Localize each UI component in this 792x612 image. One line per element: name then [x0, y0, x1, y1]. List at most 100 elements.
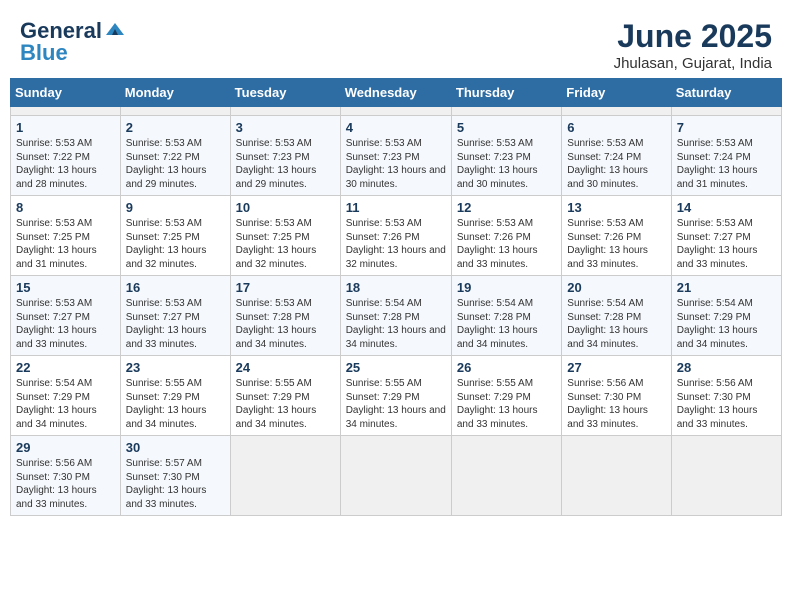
day-number: 19 — [457, 280, 556, 295]
day-number: 1 — [16, 120, 115, 135]
calendar-cell: 18Sunrise: 5:54 AMSunset: 7:28 PMDayligh… — [340, 276, 451, 356]
calendar-cell — [451, 436, 561, 516]
cell-info: Sunrise: 5:53 AMSunset: 7:23 PMDaylight:… — [346, 137, 446, 191]
dow-header-monday: Monday — [120, 79, 230, 107]
calendar-cell: 30 Sunrise: 5:57 AMSunset: 7:30 PMDayligh… — [120, 436, 230, 516]
calendar-cell: 8 Sunrise: 5:53 AMSunset: 7:25 PMDaylight… — [11, 196, 121, 276]
cell-info: Sunrise: 5:53 AMSunset: 7:27 PMDaylight:… — [126, 297, 225, 351]
cell-info: Sunrise: 5:53 AMSunset: 7:23 PMDaylight:… — [457, 137, 556, 191]
calendar-cell: 16 Sunrise: 5:53 AMSunset: 7:27 PMDayligh… — [120, 276, 230, 356]
calendar-cell: 3Sunrise: 5:53 AMSunset: 7:23 PMDaylight… — [230, 116, 340, 196]
day-number: 26 — [457, 360, 556, 375]
calendar-cell: 25 Sunrise: 5:55 AMSunset: 7:29 PMDayligh… — [340, 356, 451, 436]
calendar-cell: 12 Sunrise: 5:53 AMSunset: 7:26 PMDayligh… — [451, 196, 561, 276]
cell-info: Sunrise: 5:53 AMSunset: 7:22 PMDaylight:… — [16, 137, 115, 191]
day-number: 30 — [126, 440, 225, 455]
cell-info: Sunrise: 5:54 AMSunset: 7:29 PMDaylight:… — [677, 297, 776, 351]
calendar-cell — [230, 436, 340, 516]
calendar-cell: 13 Sunrise: 5:53 AMSunset: 7:26 PMDayligh… — [562, 196, 671, 276]
day-number: 17 — [236, 280, 335, 295]
day-number: 9 — [126, 200, 225, 215]
calendar-cell — [11, 107, 121, 116]
cell-info: Sunrise: 5:53 AMSunset: 7:22 PMDaylight:… — [126, 137, 225, 191]
logo-blue: Blue — [20, 40, 68, 66]
calendar-cell: 26Sunrise: 5:55 AMSunset: 7:29 PMDayligh… — [451, 356, 561, 436]
calendar-cell: 24Sunrise: 5:55 AMSunset: 7:29 PMDayligh… — [230, 356, 340, 436]
dow-header-saturday: Saturday — [671, 79, 781, 107]
calendar-cell: 29 Sunrise: 5:56 AMSunset: 7:30 PMDayligh… — [11, 436, 121, 516]
calendar-cell: 7 Sunrise: 5:53 AMSunset: 7:24 PMDaylight… — [671, 116, 781, 196]
calendar-cell — [562, 436, 671, 516]
day-number: 8 — [16, 200, 115, 215]
cell-info: Sunrise: 5:55 AMSunset: 7:29 PMDaylight:… — [126, 377, 225, 431]
day-number: 22 — [16, 360, 115, 375]
dow-header-sunday: Sunday — [11, 79, 121, 107]
day-number: 11 — [346, 200, 446, 215]
cell-info: Sunrise: 5:57 AMSunset: 7:30 PMDaylight:… — [126, 457, 225, 511]
location: Jhulasan, Gujarat, India — [614, 55, 772, 72]
calendar-cell: 28 Sunrise: 5:56 AMSunset: 7:30 PMDayligh… — [671, 356, 781, 436]
day-number: 13 — [567, 200, 665, 215]
cell-info: Sunrise: 5:53 AMSunset: 7:24 PMDaylight:… — [567, 137, 665, 191]
day-number: 23 — [126, 360, 225, 375]
calendar-cell: 21 Sunrise: 5:54 AMSunset: 7:29 PMDayligh… — [671, 276, 781, 356]
day-number: 2 — [126, 120, 225, 135]
calendar-cell: 19Sunrise: 5:54 AMSunset: 7:28 PMDayligh… — [451, 276, 561, 356]
cell-info: Sunrise: 5:53 AMSunset: 7:24 PMDaylight:… — [677, 137, 776, 191]
day-number: 16 — [126, 280, 225, 295]
calendar-cell — [120, 107, 230, 116]
calendar-cell: 1 Sunrise: 5:53 AMSunset: 7:22 PMDaylight… — [11, 116, 121, 196]
calendar-cell: 17Sunrise: 5:53 AMSunset: 7:28 PMDayligh… — [230, 276, 340, 356]
cell-info: Sunrise: 5:56 AMSunset: 7:30 PMDaylight:… — [567, 377, 665, 431]
calendar-cell: 27Sunrise: 5:56 AMSunset: 7:30 PMDayligh… — [562, 356, 671, 436]
month-year: June 2025 — [614, 18, 772, 55]
calendar-cell — [340, 436, 451, 516]
calendar-cell: 11Sunrise: 5:53 AMSunset: 7:26 PMDayligh… — [340, 196, 451, 276]
header: General Blue June 2025 Jhulasan, Gujarat… — [10, 10, 782, 78]
calendar-cell: 9 Sunrise: 5:53 AMSunset: 7:25 PMDaylight… — [120, 196, 230, 276]
cell-info: Sunrise: 5:53 AMSunset: 7:25 PMDaylight:… — [16, 217, 115, 271]
day-number: 21 — [677, 280, 776, 295]
cell-info: Sunrise: 5:53 AMSunset: 7:27 PMDaylight:… — [16, 297, 115, 351]
calendar-cell: 20 Sunrise: 5:54 AMSunset: 7:28 PMDayligh… — [562, 276, 671, 356]
day-number: 6 — [567, 120, 665, 135]
cell-info: Sunrise: 5:53 AMSunset: 7:26 PMDaylight:… — [567, 217, 665, 271]
calendar-cell: 10 Sunrise: 5:53 AMSunset: 7:25 PMDayligh… — [230, 196, 340, 276]
cell-info: Sunrise: 5:55 AMSunset: 7:29 PMDaylight:… — [346, 377, 446, 431]
calendar-cell — [671, 436, 781, 516]
calendar-cell — [230, 107, 340, 116]
cell-info: Sunrise: 5:56 AMSunset: 7:30 PMDaylight:… — [677, 377, 776, 431]
cell-info: Sunrise: 5:53 AMSunset: 7:26 PMDaylight:… — [457, 217, 556, 271]
day-number: 29 — [16, 440, 115, 455]
day-number: 25 — [346, 360, 446, 375]
day-number: 12 — [457, 200, 556, 215]
cell-info: Sunrise: 5:53 AMSunset: 7:23 PMDaylight:… — [236, 137, 335, 191]
day-number: 7 — [677, 120, 776, 135]
cell-info: Sunrise: 5:54 AMSunset: 7:28 PMDaylight:… — [567, 297, 665, 351]
day-number: 15 — [16, 280, 115, 295]
calendar-cell: 15 Sunrise: 5:53 AMSunset: 7:27 PMDayligh… — [11, 276, 121, 356]
dow-header-friday: Friday — [562, 79, 671, 107]
cell-info: Sunrise: 5:53 AMSunset: 7:25 PMDaylight:… — [236, 217, 335, 271]
calendar-cell — [340, 107, 451, 116]
calendar-cell: 23 Sunrise: 5:55 AMSunset: 7:29 PMDayligh… — [120, 356, 230, 436]
dow-header-tuesday: Tuesday — [230, 79, 340, 107]
cell-info: Sunrise: 5:54 AMSunset: 7:29 PMDaylight:… — [16, 377, 115, 431]
day-number: 10 — [236, 200, 335, 215]
day-number: 20 — [567, 280, 665, 295]
cell-info: Sunrise: 5:56 AMSunset: 7:30 PMDaylight:… — [16, 457, 115, 511]
dow-header-thursday: Thursday — [451, 79, 561, 107]
calendar-cell: 4Sunrise: 5:53 AMSunset: 7:23 PMDaylight… — [340, 116, 451, 196]
calendar-cell — [671, 107, 781, 116]
cell-info: Sunrise: 5:54 AMSunset: 7:28 PMDaylight:… — [346, 297, 446, 351]
day-number: 28 — [677, 360, 776, 375]
day-number: 14 — [677, 200, 776, 215]
calendar-cell: 2 Sunrise: 5:53 AMSunset: 7:22 PMDaylight… — [120, 116, 230, 196]
logo: General Blue — [20, 18, 126, 66]
calendar-cell: 14Sunrise: 5:53 AMSunset: 7:27 PMDayligh… — [671, 196, 781, 276]
cell-info: Sunrise: 5:53 AMSunset: 7:25 PMDaylight:… — [126, 217, 225, 271]
dow-header-wednesday: Wednesday — [340, 79, 451, 107]
calendar-cell: 22 Sunrise: 5:54 AMSunset: 7:29 PMDayligh… — [11, 356, 121, 436]
calendar-cell: 6 Sunrise: 5:53 AMSunset: 7:24 PMDaylight… — [562, 116, 671, 196]
calendar: SundayMondayTuesdayWednesdayThursdayFrid… — [10, 78, 782, 516]
